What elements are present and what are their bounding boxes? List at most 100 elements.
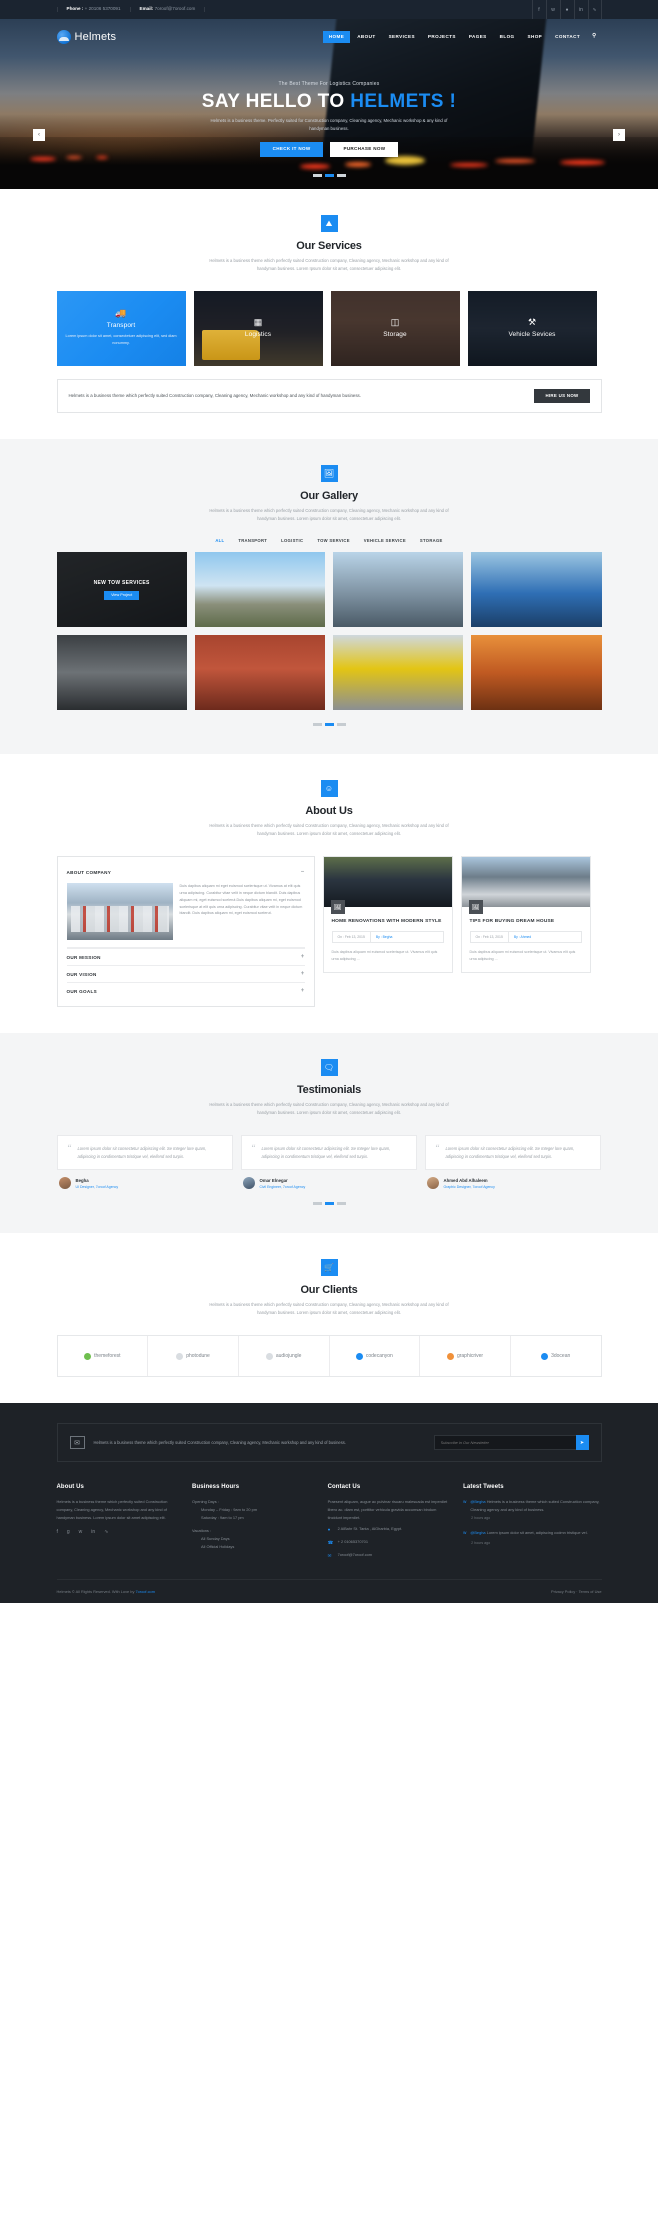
- accordion-item-our-vision: OUR VISION +: [67, 966, 305, 983]
- avatar: [427, 1177, 439, 1189]
- gallery-filter-vehicle-service[interactable]: VEHICLE SERVICE: [364, 538, 406, 543]
- client-logo-3docean[interactable]: 3docean: [511, 1336, 601, 1376]
- services-section: ⛰ Our Services Helmets is a business the…: [0, 189, 658, 439]
- service-card-storage[interactable]: ◫ Storage: [331, 291, 460, 366]
- newsletter-bar: ✉ Helmets is a business theme which perf…: [57, 1423, 602, 1462]
- copyright-link[interactable]: 7oroof.com: [135, 1589, 154, 1594]
- facebook-icon[interactable]: f: [57, 1529, 58, 1535]
- cta-text: Helmets is a business theme which perfec…: [69, 392, 525, 400]
- rss-icon[interactable]: ∿: [588, 0, 602, 19]
- view-project-button[interactable]: View Project: [104, 591, 139, 601]
- blog-author[interactable]: By : Begha: [371, 932, 398, 942]
- testimonial-dot-2[interactable]: [325, 1202, 334, 1205]
- clients-logos: themeforest photodune audiojungle codeca…: [57, 1335, 602, 1377]
- tweet-text: Lorem ipsum dolor sit amet, adipiscing c…: [487, 1530, 588, 1535]
- box-icon: ◫: [383, 318, 406, 327]
- testimonial-person: Begha UI Designer, 7oroof Agency: [57, 1177, 233, 1189]
- client-name: 3docean: [551, 1353, 570, 1359]
- footer-tweets-title: Latest Tweets: [463, 1484, 601, 1490]
- brand-logo[interactable]: Helmets: [57, 30, 117, 44]
- testimonials-title: Testimonials: [57, 1084, 602, 1096]
- nav-item-contact[interactable]: CONTACT: [549, 31, 586, 44]
- blog-thumbnail: 🖼: [462, 857, 590, 907]
- nav-item-projects[interactable]: PROJECTS: [422, 31, 462, 44]
- gallery-item[interactable]: [333, 552, 463, 627]
- bulb-icon: ☺: [321, 780, 338, 797]
- testimonial-dot-1[interactable]: [313, 1202, 322, 1205]
- accordion-header[interactable]: OUR VISION +: [67, 966, 305, 982]
- rss-icon[interactable]: ∿: [104, 1529, 108, 1535]
- service-card-logistics[interactable]: ▦ Logistics: [194, 291, 323, 366]
- gallery-dot-2[interactable]: [325, 723, 334, 726]
- google-plus-icon[interactable]: g: [67, 1529, 70, 1535]
- linkedin-icon[interactable]: in: [574, 0, 588, 19]
- service-card-transport[interactable]: 🚚 Transport Lorem ipsum dolor sit amet, …: [57, 291, 186, 366]
- newsletter-email-input[interactable]: [434, 1435, 576, 1450]
- linkedin-icon[interactable]: in: [91, 1529, 95, 1535]
- blog-excerpt: Duis dapibus aliquam mi euismod sceleris…: [470, 949, 582, 963]
- gallery-item-featured[interactable]: NEW TOW SERVICES View Project: [57, 552, 187, 627]
- contact-email-text[interactable]: 7oroof@7oroof.com: [338, 1552, 372, 1560]
- gallery-item[interactable]: [195, 635, 325, 710]
- testimonial-quote: Lorem ipsum dolor sit consectetur adipis…: [446, 1145, 590, 1161]
- topbar-email: Email: 7oroof@7oroof.com: [131, 7, 206, 12]
- gallery-dot-3[interactable]: [337, 723, 346, 726]
- client-logo-photodune[interactable]: photodune: [148, 1336, 239, 1376]
- accordion-header[interactable]: ABOUT COMPANY –: [67, 864, 305, 880]
- tweet-handle[interactable]: @Begha: [470, 1530, 485, 1535]
- nav-item-about[interactable]: ABOUT: [351, 31, 381, 44]
- accordion-item-our-goals: OUR GOALS +: [67, 983, 305, 999]
- blog-card-dream-house[interactable]: 🖼 TIPS FOR BUYING DREAM HOUSE On : Feb 1…: [461, 856, 591, 973]
- gallery-filter-logistic[interactable]: LOGISTIC: [281, 538, 303, 543]
- nav-item-pages[interactable]: PAGES: [463, 31, 493, 44]
- gallery-filter-all[interactable]: ALL: [215, 538, 224, 543]
- hire-us-now-button[interactable]: HIRE US NOW: [534, 389, 589, 403]
- dribbble-icon[interactable]: ●: [560, 0, 574, 19]
- testimonials-slider-dots: [57, 1201, 602, 1207]
- hero-dot-1[interactable]: [313, 174, 322, 177]
- hero-dot-3[interactable]: [337, 174, 346, 177]
- hero-next-button[interactable]: ›: [613, 129, 625, 141]
- gallery-item[interactable]: [57, 635, 187, 710]
- tweet-handle[interactable]: @Begha: [470, 1499, 485, 1504]
- nav-item-home[interactable]: HOME: [323, 31, 350, 44]
- facebook-icon[interactable]: f: [532, 0, 546, 19]
- client-logo-codecanyon[interactable]: codecanyon: [330, 1336, 421, 1376]
- gallery-item[interactable]: [195, 552, 325, 627]
- hire-us-cta-bar: Helmets is a business theme which perfec…: [57, 379, 602, 413]
- nav-item-blog[interactable]: BLOG: [494, 31, 521, 44]
- legal-links[interactable]: Privacy Policy · Terms of Use: [551, 1589, 602, 1594]
- barcode-icon: ▦: [245, 318, 271, 327]
- search-icon[interactable]: ⚲: [587, 31, 601, 43]
- blog-author[interactable]: By : Ahmed: [509, 932, 536, 942]
- client-logo-themeforest[interactable]: themeforest: [58, 1336, 149, 1376]
- hero-prev-button[interactable]: ‹: [33, 129, 45, 141]
- gallery-item[interactable]: [333, 635, 463, 710]
- testimonial-name: Begha: [76, 1178, 119, 1183]
- hero-dot-2[interactable]: [325, 174, 334, 177]
- nav-item-services[interactable]: SERVICES: [383, 31, 421, 44]
- nav-item-shop[interactable]: SHOP: [522, 31, 549, 44]
- service-card-vehicle-services[interactable]: ⚒ Vehicle Sevices: [468, 291, 597, 366]
- client-logo-graphicriver[interactable]: graphicriver: [420, 1336, 511, 1376]
- twitter-icon[interactable]: w: [79, 1529, 83, 1535]
- footer-contact-column: Contact Us Praesent aliquam, augue ac pu…: [328, 1484, 452, 1559]
- purchase-now-button[interactable]: PURCHASE NOW: [330, 142, 398, 157]
- gallery-item[interactable]: [471, 635, 601, 710]
- gallery-filter-tow-service[interactable]: TOW SERVICE: [317, 538, 349, 543]
- newsletter-submit-button[interactable]: ➤: [576, 1435, 589, 1450]
- blog-excerpt: Duis dapibus aliquam mi euismod sceleris…: [332, 949, 444, 963]
- gallery-filter-storage[interactable]: STORAGE: [420, 538, 443, 543]
- accordion-header[interactable]: OUR MISSION +: [67, 949, 305, 965]
- client-name: graphicriver: [457, 1353, 483, 1359]
- testimonial-dot-3[interactable]: [337, 1202, 346, 1205]
- twitter-icon[interactable]: w: [546, 0, 560, 19]
- gallery-item[interactable]: [471, 552, 601, 627]
- image-badge-icon: 🖼: [469, 900, 483, 914]
- client-logo-audiojungle[interactable]: audiojungle: [239, 1336, 330, 1376]
- gallery-filter-transport[interactable]: TRANSPORT: [238, 538, 267, 543]
- check-it-now-button[interactable]: CHECK IT NOW: [260, 142, 324, 157]
- gallery-dot-1[interactable]: [313, 723, 322, 726]
- accordion-header[interactable]: OUR GOALS +: [67, 983, 305, 999]
- blog-card-home-renovations[interactable]: 🖼 HOME RENOVATIONS WITH MODERN STYLE On …: [323, 856, 453, 973]
